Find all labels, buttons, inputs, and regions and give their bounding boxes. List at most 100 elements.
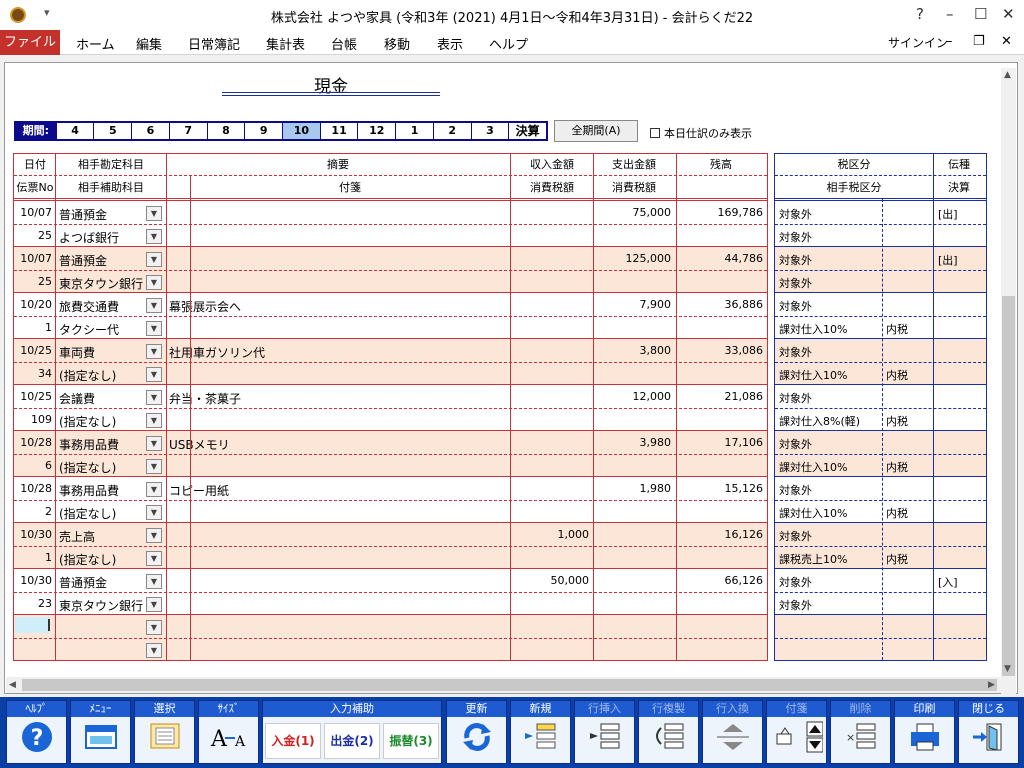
today-only-checkbox[interactable]: 本日仕訳のみ表示 (650, 125, 752, 141)
entry-tax-inclusion[interactable]: 内税 (886, 367, 932, 383)
copy-row-button[interactable]: 行複製 (638, 700, 699, 764)
delete-button[interactable]: 削除 × (830, 700, 891, 764)
entry-tax-inclusion[interactable]: 内税 (886, 551, 932, 567)
entry-account[interactable]: 売上高 (59, 528, 145, 545)
menu-daily[interactable]: 日常簿記 (188, 34, 240, 53)
entry-slip-no[interactable]: 6 (16, 459, 52, 472)
size-button[interactable]: ｻｲｽﾞ AA (198, 700, 259, 764)
sub-account-dropdown-icon[interactable]: ▼ (146, 275, 162, 290)
account-dropdown-icon[interactable]: ▼ (146, 390, 162, 405)
entry-account[interactable]: 普通預金 (59, 574, 145, 591)
account-dropdown-icon[interactable]: ▼ (146, 436, 162, 451)
scroll-down-icon[interactable]: ▼ (1004, 664, 1011, 674)
scroll-left-icon[interactable]: ◀ (9, 680, 16, 690)
entry-account[interactable]: 普通預金 (59, 252, 145, 269)
entry-expense[interactable]: 1,980 (594, 482, 672, 495)
entry-date[interactable]: 10/28 (16, 436, 52, 449)
menu-home[interactable]: ホーム (76, 34, 115, 53)
nyukin-button[interactable]: 入金(1) (265, 723, 321, 759)
entry-tax-class[interactable]: 対象外 (779, 344, 879, 360)
entry-expense[interactable]: 3,800 (594, 344, 672, 357)
entry-account[interactable]: 普通預金 (59, 206, 145, 223)
sub-account-dropdown-icon[interactable]: ▼ (146, 321, 162, 336)
account-dropdown-icon[interactable]: ▼ (146, 298, 162, 313)
entry-partner-tax-class[interactable]: 課対仕入10% (779, 505, 879, 521)
period-month-2[interactable]: 2 (432, 123, 471, 139)
sub-account-dropdown-icon[interactable]: ▼ (146, 551, 162, 566)
entry-partner-tax-class[interactable]: 対象外 (779, 597, 879, 613)
period-month-6[interactable]: 6 (131, 123, 169, 139)
entry-tax-class[interactable]: 対象外 (779, 390, 879, 406)
entry-summary[interactable]: 社用車ガソリン代 (169, 344, 504, 361)
doc-close-icon[interactable]: ✕ (1001, 34, 1012, 49)
entry-expense[interactable]: 3,980 (594, 436, 672, 449)
entry-tax-inclusion[interactable]: 内税 (886, 321, 932, 337)
entry-account[interactable]: 車両費 (59, 344, 145, 361)
entry-tax-class[interactable]: 対象外 (779, 482, 879, 498)
sub-account-dropdown-icon[interactable]: ▼ (146, 643, 162, 658)
period-month-10[interactable]: 10 (282, 123, 320, 139)
entry-account[interactable]: 旅費交通費 (59, 298, 145, 315)
maximize-icon[interactable]: ☐ (974, 5, 987, 23)
period-month-9[interactable]: 9 (244, 123, 282, 139)
account-dropdown-icon[interactable]: ▼ (146, 574, 162, 589)
entry-sub-account[interactable]: (指定なし) (59, 459, 145, 476)
menu-summary[interactable]: 集計表 (266, 34, 305, 53)
menu-move[interactable]: 移動 (384, 34, 410, 53)
entry-expense[interactable]: 125,000 (594, 252, 672, 265)
sub-account-dropdown-icon[interactable]: ▼ (146, 505, 162, 520)
entry-tax-class[interactable]: 対象外 (779, 528, 879, 544)
entry-partner-tax-class[interactable]: 対象外 (779, 229, 879, 245)
close-window-icon[interactable]: ✕ (1002, 5, 1015, 23)
menu-help[interactable]: ヘルプ (489, 34, 528, 53)
sub-account-dropdown-icon[interactable]: ▼ (146, 413, 162, 428)
new-button[interactable]: 新規 (510, 700, 571, 764)
horizontal-scroll-thumb[interactable] (22, 679, 997, 691)
entry-slip-no[interactable]: 1 (16, 551, 52, 564)
period-settlement[interactable]: 決算 (508, 123, 546, 139)
sub-account-dropdown-icon[interactable]: ▼ (146, 597, 162, 612)
entry-sub-account[interactable]: (指定なし) (59, 413, 145, 430)
entry-sub-account[interactable]: 東京タウン銀行 (59, 597, 145, 614)
period-month-11[interactable]: 11 (319, 123, 358, 139)
entry-partner-tax-class[interactable]: 課対仕入10% (779, 459, 879, 475)
entry-date[interactable]: 10/25 (16, 390, 52, 403)
entry-account[interactable]: 事務用品費 (59, 436, 145, 453)
sticky-button[interactable]: 付箋 (766, 700, 827, 764)
sub-account-dropdown-icon[interactable]: ▼ (146, 229, 162, 244)
entry-summary[interactable]: USBメモリ (169, 436, 504, 453)
scroll-up-icon[interactable]: ▲ (1004, 70, 1011, 80)
furikae-button[interactable]: 振替(3) (383, 723, 439, 759)
entry-tax-class[interactable]: 対象外 (779, 574, 879, 590)
entry-tax-inclusion[interactable]: 内税 (886, 459, 932, 475)
entry-slip-no[interactable]: 1 (16, 321, 52, 334)
entry-income[interactable]: 50,000 (512, 574, 590, 587)
entry-date[interactable]: 10/07 (16, 206, 52, 219)
period-month-5[interactable]: 5 (93, 123, 131, 139)
entry-partner-tax-class[interactable]: 課対仕入8%(軽) (779, 413, 879, 429)
checkbox-box[interactable] (650, 128, 660, 138)
period-month-8[interactable]: 8 (206, 123, 245, 139)
doc-minimize-icon[interactable]: – (946, 34, 953, 49)
doc-restore-icon[interactable]: ❐ (973, 34, 985, 49)
period-month-4[interactable]: 4 (55, 123, 94, 139)
swap-row-button[interactable]: 行入換 (702, 700, 763, 764)
account-dropdown-icon[interactable]: ▼ (146, 528, 162, 543)
entry-sub-account[interactable]: タクシー代 (59, 321, 145, 338)
entry-tax-inclusion[interactable]: 内税 (886, 413, 932, 429)
all-period-button[interactable]: 全期間(A) (554, 120, 638, 142)
account-dropdown-icon[interactable]: ▼ (146, 206, 162, 221)
help-button[interactable]: ﾍﾙﾌﾟ ? (6, 700, 67, 764)
entry-date[interactable]: 10/30 (16, 528, 52, 541)
sub-account-dropdown-icon[interactable]: ▼ (146, 367, 162, 382)
shukkin-button[interactable]: 出金(2) (324, 723, 380, 759)
menu-file[interactable]: ファイル (0, 30, 60, 55)
vertical-scroll-thumb[interactable] (1002, 296, 1015, 676)
entry-expense[interactable]: 12,000 (594, 390, 672, 403)
entry-date[interactable]: 10/28 (16, 482, 52, 495)
scroll-right-icon[interactable]: ▶ (988, 680, 995, 690)
account-dropdown-icon[interactable]: ▼ (146, 252, 162, 267)
entry-partner-tax-class[interactable]: 対象外 (779, 275, 879, 291)
entry-date[interactable]: 10/20 (16, 298, 52, 311)
entry-partner-tax-class[interactable]: 課税売上10% (779, 551, 879, 567)
